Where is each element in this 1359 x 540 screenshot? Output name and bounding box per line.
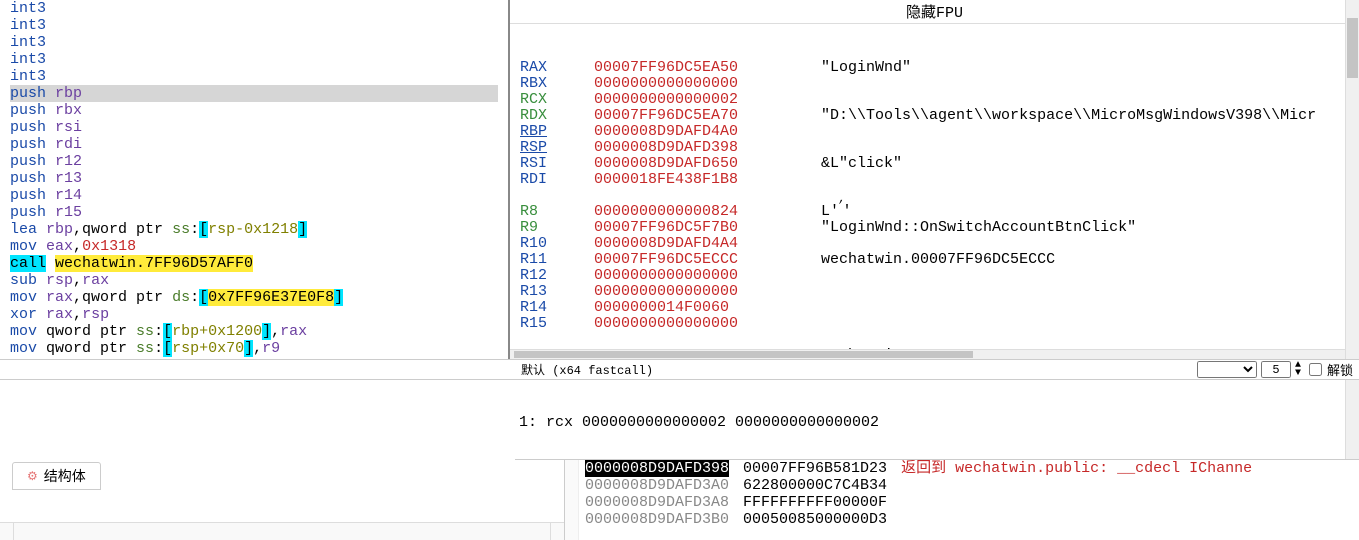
register-row[interactable]: RCX 0000000000000002 [520, 92, 1349, 108]
asm-line[interactable]: mov rax,qword ptr ds:[0x7FF96E37E0F8] [10, 289, 498, 306]
stack-value[interactable]: 00007FF96B581D23 [743, 460, 887, 477]
callconv-bar: 默认 (x64 fastcall) ▲▼ 解锁 [0, 360, 1359, 380]
register-row[interactable]: RSP 0000008D9DAFD398 [520, 140, 1349, 156]
register-row[interactable]: RAX 00007FF96DC5EA50 "LoginWnd" [520, 60, 1349, 76]
stack-value[interactable]: 00050085000000D3 [743, 511, 887, 528]
callconv-select[interactable] [1197, 361, 1257, 378]
asm-line[interactable]: lea rbp,qword ptr ss:[rsp-0x1218] [10, 221, 498, 238]
register-row[interactable]: R13 0000000000000000 [520, 284, 1349, 300]
stack-panel[interactable]: 0000008D9DAFD3980000008D9DAFD3A00000008D… [565, 460, 1359, 540]
asm-line[interactable]: push r15 [10, 204, 498, 221]
asm-line[interactable]: int3 [10, 34, 498, 51]
stack-gutter [565, 460, 579, 540]
asm-line[interactable]: push rsi [10, 119, 498, 136]
register-row[interactable]: R15 0000000000000000 [520, 316, 1349, 332]
hscrollbar[interactable] [510, 349, 1345, 359]
asm-line[interactable]: push rdi [10, 136, 498, 153]
asm-line[interactable]: xor rax,rsp [10, 306, 498, 323]
asm-line[interactable]: mov qword ptr ss:[rsp+0x70],r9 [10, 340, 498, 357]
register-row[interactable]: R14 0000000014F0060 [520, 300, 1349, 316]
disassembly-panel[interactable]: int3 int3 int3 int3 int3 push rbp push r… [0, 0, 510, 359]
asm-line[interactable]: push r12 [10, 153, 498, 170]
registers-panel[interactable]: 隐藏FPU RAX 00007FF96DC5EA50 "LoginWnd"RBX… [510, 0, 1359, 359]
register-row[interactable]: RBX 0000000000000000 [520, 76, 1349, 92]
register-row[interactable]: R9 00007FF96DC5F7B0 "LoginWnd::OnSwitchA… [520, 220, 1349, 236]
asm-line[interactable]: call wechatwin.7FF96D57AFF0 [10, 255, 498, 272]
stack-addr[interactable]: 0000008D9DAFD3A0 [585, 477, 729, 494]
register-row[interactable]: RSI 0000008D9DAFD650 &L"click" [520, 156, 1349, 172]
vscrollbar[interactable] [1345, 380, 1359, 459]
arg-count-input[interactable] [1261, 361, 1291, 378]
stack-addr[interactable]: 0000008D9DAFD3A8 [585, 494, 729, 511]
asm-line[interactable]: push r14 [10, 187, 498, 204]
arguments-panel[interactable]: 1: rcx 0000000000000002 0000000000000002… [515, 380, 1359, 460]
struct-icon: ⚙ [27, 469, 38, 483]
vscrollbar[interactable] [1345, 0, 1359, 359]
register-row[interactable]: RDX 00007FF96DC5EA70 "D:\\Tools\\agent\\… [520, 108, 1349, 124]
stack-comment: 返回到 wechatwin.public: __cdecl IChanne [901, 460, 1353, 477]
tabstrip [0, 522, 564, 540]
unlock-checkbox[interactable]: 解锁 [1305, 360, 1353, 379]
asm-line[interactable]: sub rsp,rax [10, 272, 498, 289]
asm-line-current[interactable]: push rbp [10, 85, 498, 102]
register-row[interactable]: R11 00007FF96DC5ECCC wechatwin.00007FF96… [520, 252, 1349, 268]
stack-comment [901, 477, 1353, 494]
arg-row[interactable]: 1: rcx 0000000000000002 0000000000000002 [519, 414, 1355, 431]
stack-value[interactable]: 622800000C7C4B34 [743, 477, 887, 494]
asm-line[interactable]: int3 [10, 17, 498, 34]
spinner-icon[interactable]: ▲▼ [1295, 362, 1301, 378]
tab-label: 结构体 [44, 466, 86, 486]
lower-left-panel: ⚙ 结构体 [0, 460, 565, 540]
tab-scroll-right[interactable] [550, 523, 564, 540]
register-row[interactable]: RDI 0000018FE438F1B8 [520, 172, 1349, 188]
hide-fpu-link[interactable]: 隐藏FPU [510, 0, 1359, 24]
stack-value[interactable]: FFFFFFFFFF00000F [743, 494, 887, 511]
asm-line[interactable]: int3 [10, 68, 498, 85]
register-row[interactable]: R10 0000008D9DAFD4A4 [520, 236, 1349, 252]
asm-line[interactable]: push r13 [10, 170, 498, 187]
register-row[interactable]: R8 0000000000000824 L'ࠤ' [520, 204, 1349, 220]
stack-comment [901, 511, 1353, 528]
scroll-thumb[interactable] [514, 351, 973, 358]
tab-struct[interactable]: ⚙ 结构体 [12, 462, 101, 490]
stack-comment [901, 494, 1353, 511]
asm-line[interactable]: mov eax,0x1318 [10, 238, 498, 255]
asm-line[interactable]: push rbx [10, 102, 498, 119]
scroll-thumb[interactable] [1347, 18, 1358, 78]
callconv-label: 默认 (x64 fastcall) [521, 361, 653, 378]
register-row[interactable]: RBP 0000008D9DAFD4A0 [520, 124, 1349, 140]
asm-line[interactable]: int3 [10, 0, 498, 17]
asm-line[interactable]: int3 [10, 51, 498, 68]
tab-scroll-left[interactable] [0, 523, 14, 540]
asm-line[interactable]: mov qword ptr ss:[rbp+0x1200],rax [10, 323, 498, 340]
stack-addr[interactable]: 0000008D9DAFD3B0 [585, 511, 729, 528]
register-row[interactable]: R12 0000000000000000 [520, 268, 1349, 284]
stack-addr[interactable]: 0000008D9DAFD398 [585, 460, 729, 477]
